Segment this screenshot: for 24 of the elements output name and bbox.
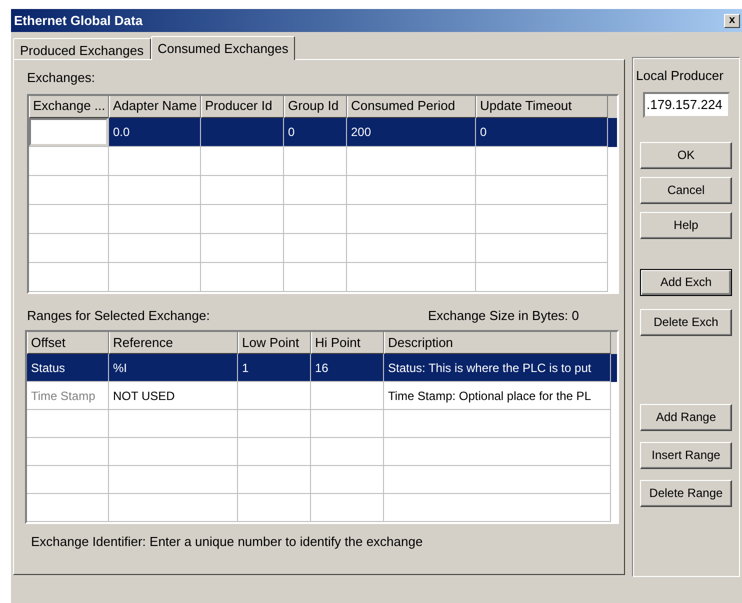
data-grid[interactable]: Exchange ... Adapter Name Producer Id Group Id Consumed Period Update Timeout 0.0 0 200 0: [27, 94, 619, 294]
dialog-button[interactable]: Help: [640, 212, 732, 238]
local-producer-field[interactable]: .179.157.224: [642, 92, 730, 118]
dialog-button[interactable]: Add Range: [640, 404, 732, 430]
dialog-button[interactable]: Delete Range: [640, 480, 732, 506]
dialog-button[interactable]: Delete Exch: [640, 308, 732, 336]
section-label: Exchanges:: [27, 69, 96, 87]
close-button[interactable]: x: [724, 14, 740, 28]
dialog-button[interactable]: Cancel: [640, 176, 732, 204]
cell-edit-field[interactable]: [29, 118, 108, 146]
dialog-button[interactable]: Add Exch: [640, 268, 732, 296]
tab[interactable]: Produced Exchanges: [13, 38, 151, 59]
hint-text: Exchange Identifier: Enter a unique number to identify the exchange: [30, 533, 424, 551]
table-row[interactable]: 0.0 0 200 0: [29, 118, 617, 146]
tab[interactable]: Consumed Exchanges: [150, 36, 296, 60]
table-cell: [284, 262, 347, 292]
section-label: Ranges for Selected Exchange:: [27, 306, 210, 325]
size-label: Exchange Size in Bytes: 0: [428, 306, 579, 325]
window-title: Ethernet Global Data: [14, 12, 143, 30]
dialog-button[interactable]: OK: [640, 142, 732, 168]
data-grid[interactable]: Offset Reference Low Point Hi Point Description Status %I 1 16 Status: This is where the PLC is to put Time Stamp NOT USED Time Stamp: Optional place for the PL: [25, 330, 619, 524]
field-label: Local Producer: [635, 67, 724, 85]
dialog-button[interactable]: Insert Range: [640, 442, 732, 468]
table-row[interactable]: Status %I 1 16 Status: This is where the PLC is to put: [27, 354, 617, 382]
